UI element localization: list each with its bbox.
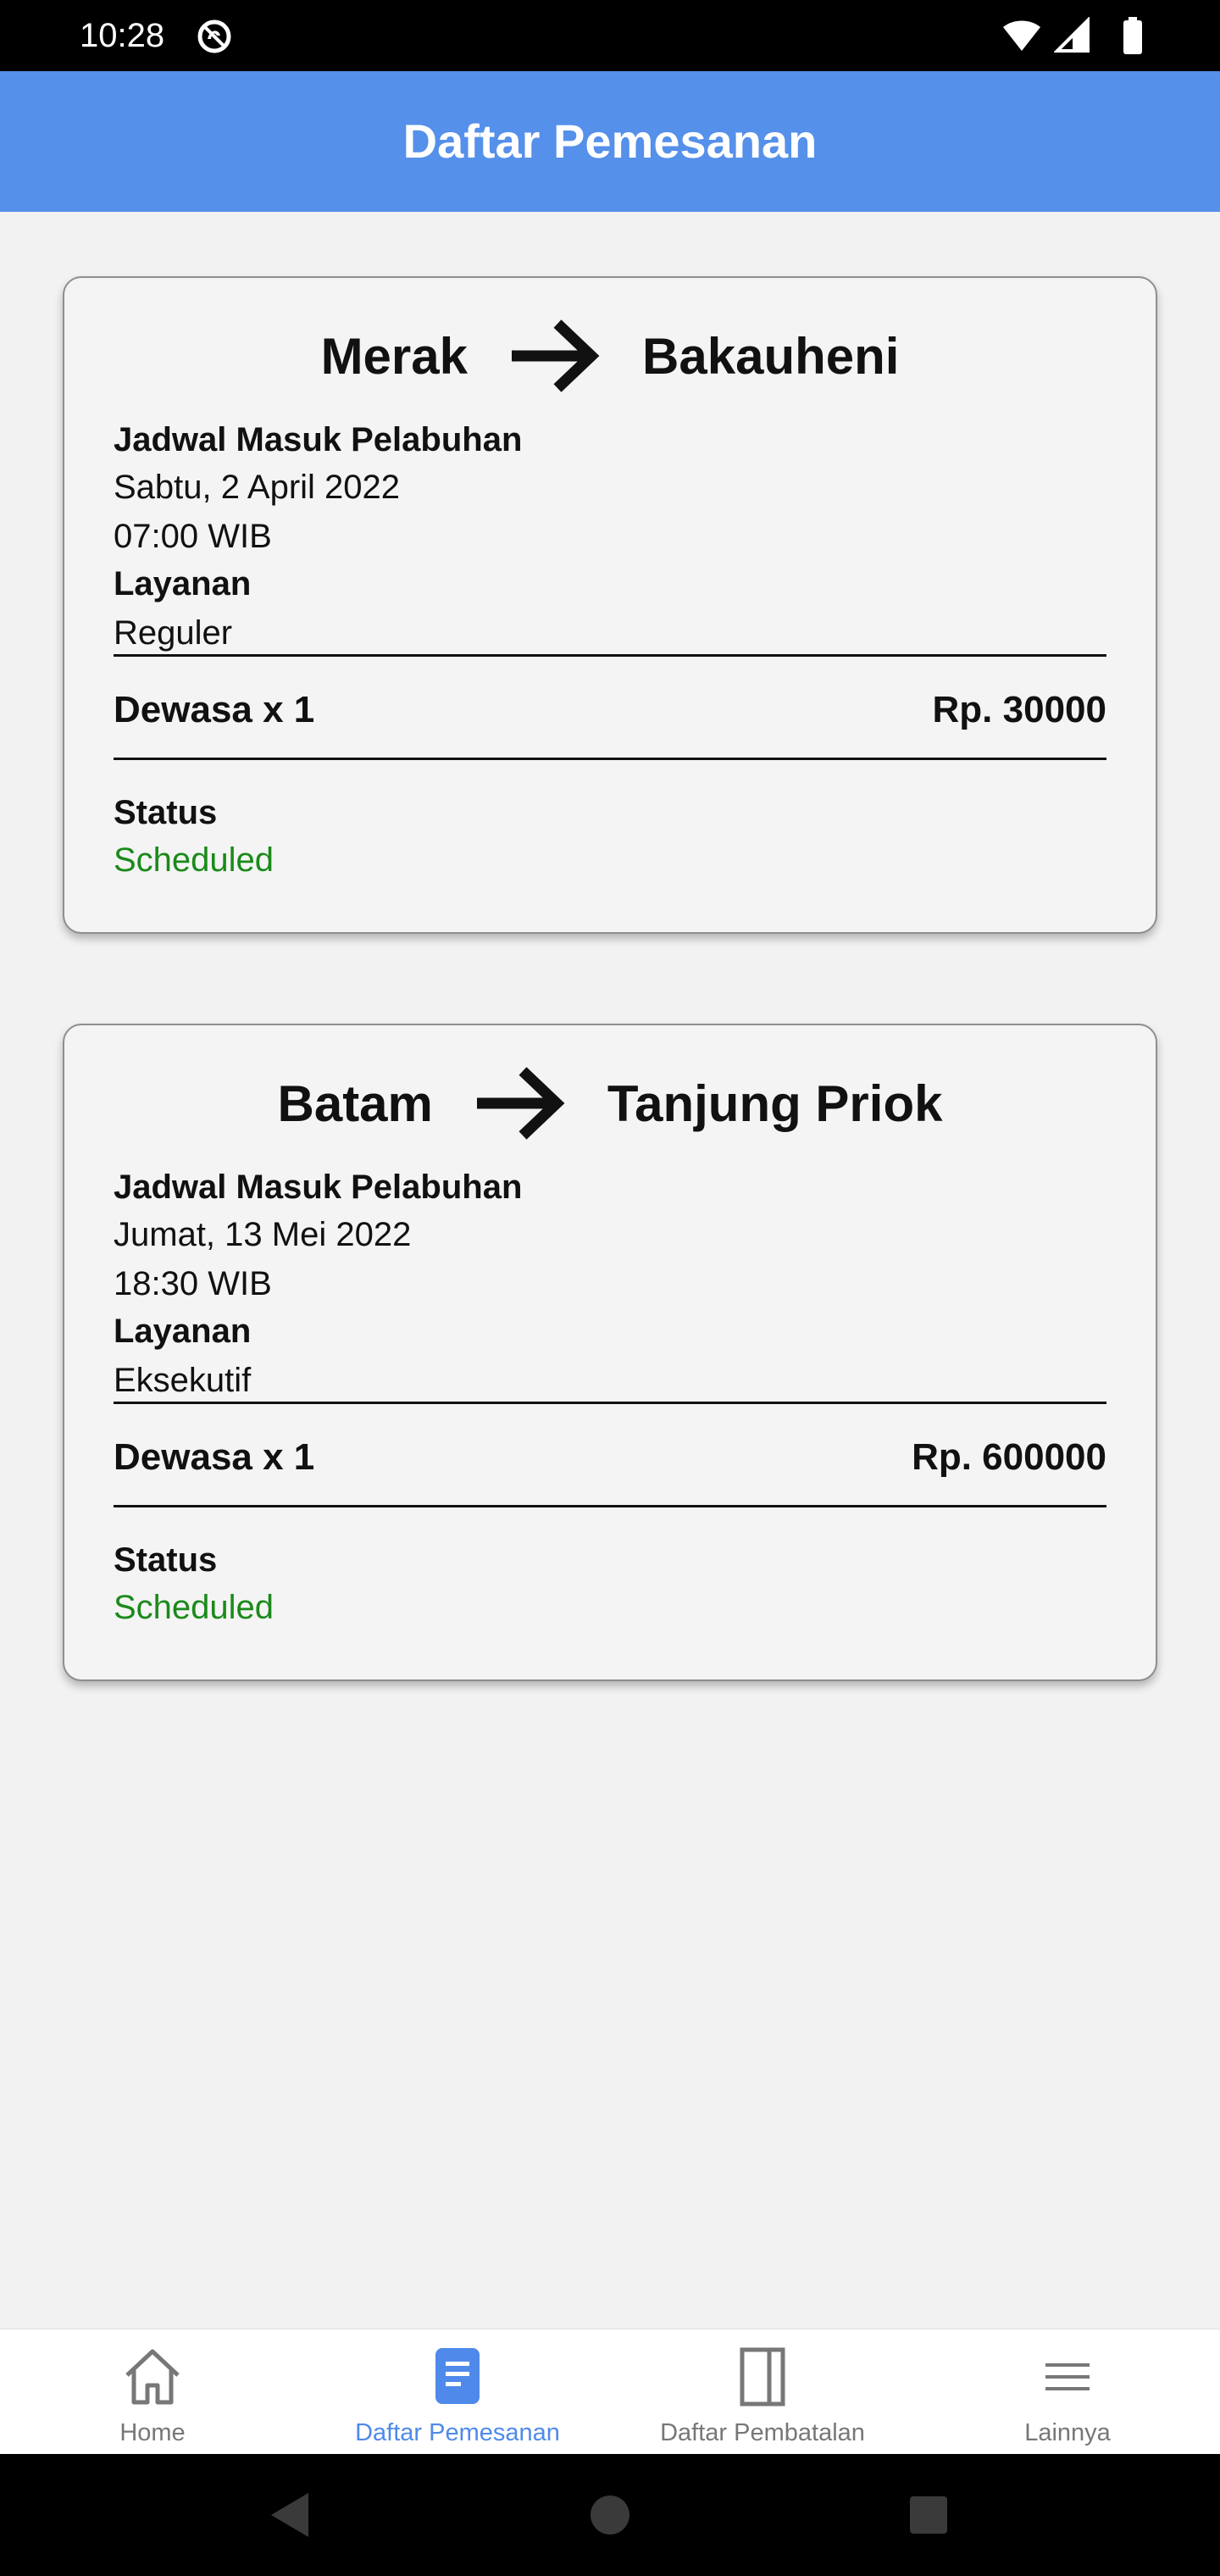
price: Rp. 30000 xyxy=(932,689,1106,730)
divider xyxy=(114,1505,1106,1507)
booking-card[interactable]: Batam Tanjung Priok Jadwal Masuk Pelabuh… xyxy=(63,1024,1157,1681)
price: Rp. 600000 xyxy=(912,1436,1106,1478)
price-row: Dewasa x 1 Rp. 600000 xyxy=(114,1432,1106,1483)
document-icon xyxy=(435,2348,480,2404)
book-icon xyxy=(740,2347,785,2407)
recents-icon[interactable] xyxy=(907,2490,951,2540)
route-header: Merak Bakauheni xyxy=(64,314,1156,398)
back-icon[interactable] xyxy=(268,2490,312,2540)
menu-icon xyxy=(1045,2363,1090,2390)
service-label: Layanan xyxy=(114,1313,252,1350)
page-title: Daftar Pemesanan xyxy=(402,114,818,168)
status-time: 10:28 xyxy=(80,17,165,54)
divider xyxy=(114,1402,1106,1404)
divider xyxy=(114,654,1106,657)
nav-label: Daftar Pemesanan xyxy=(355,2419,560,2446)
wifi-icon xyxy=(1003,20,1040,51)
home-circle-icon[interactable] xyxy=(588,2490,632,2540)
status-label: Status xyxy=(114,1541,218,1579)
nav-label: Home xyxy=(119,2419,186,2446)
origin-port: Merak xyxy=(320,327,468,385)
passenger-count: Dewasa x 1 xyxy=(114,689,315,730)
status-value: Scheduled xyxy=(114,1589,274,1626)
arrow-right-icon xyxy=(512,319,600,392)
destination-port: Tanjung Priok xyxy=(607,1074,943,1132)
home-icon xyxy=(125,2349,180,2405)
nav-item-home[interactable]: Home xyxy=(0,2329,305,2455)
app-bar: Daftar Pemesanan xyxy=(0,71,1220,212)
nav-label: Lainnya xyxy=(1024,2419,1111,2446)
nav-item-lainnya[interactable]: Lainnya xyxy=(915,2329,1220,2455)
status-bar: 10:28 xyxy=(0,0,1220,71)
nav-item-daftar-pemesanan[interactable]: Daftar Pemesanan xyxy=(305,2329,610,2455)
do-not-disturb-icon xyxy=(197,19,231,53)
battery-icon xyxy=(1123,17,1142,54)
origin-port: Batam xyxy=(277,1074,433,1132)
passenger-count: Dewasa x 1 xyxy=(114,1436,315,1478)
destination-port: Bakauheni xyxy=(642,327,900,385)
route-header: Batam Tanjung Priok xyxy=(64,1061,1156,1146)
signal-icon xyxy=(1054,17,1090,53)
price-row: Dewasa x 1 Rp. 30000 xyxy=(114,685,1106,736)
system-nav-bar xyxy=(0,2454,1220,2576)
bottom-nav: Home Daftar Pemesanan Daftar Pembatalan … xyxy=(0,2329,1220,2454)
schedule-time: 18:30 WIB xyxy=(114,1265,272,1302)
schedule-label: Jadwal Masuk Pelabuhan xyxy=(114,421,523,458)
schedule-date: Sabtu, 2 April 2022 xyxy=(114,469,401,506)
divider xyxy=(114,758,1106,760)
nav-item-daftar-pembatalan[interactable]: Daftar Pembatalan xyxy=(610,2329,915,2455)
schedule-time: 07:00 WIB xyxy=(114,518,272,555)
schedule-date: Jumat, 13 Mei 2022 xyxy=(114,1216,412,1253)
schedule-label: Jadwal Masuk Pelabuhan xyxy=(114,1169,523,1206)
status-value: Scheduled xyxy=(114,841,274,879)
service-label: Layanan xyxy=(114,565,252,602)
booking-card[interactable]: Merak Bakauheni Jadwal Masuk Pelabuhan S… xyxy=(63,276,1157,934)
status-label: Status xyxy=(114,794,218,831)
nav-label: Daftar Pembatalan xyxy=(660,2419,865,2446)
service-value: Eksekutif xyxy=(114,1362,252,1399)
service-value: Reguler xyxy=(114,614,233,652)
arrow-right-icon xyxy=(476,1067,565,1140)
